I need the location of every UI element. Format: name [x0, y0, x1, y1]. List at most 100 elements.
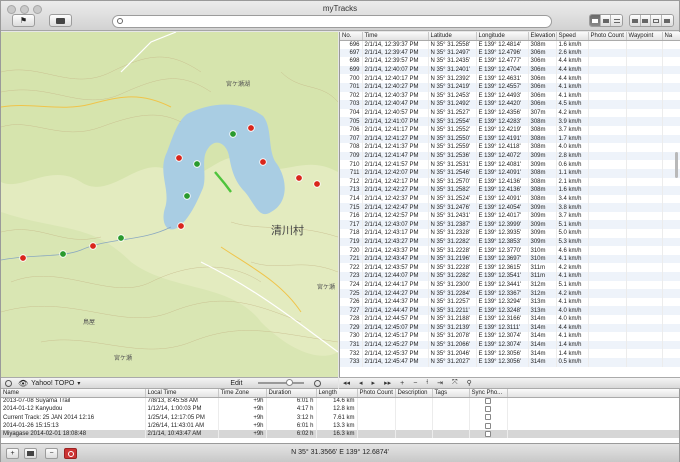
layout-control[interactable]	[629, 14, 674, 27]
column-header[interactable]: Duration	[266, 389, 317, 398]
sync-photos-checkbox[interactable]	[485, 406, 491, 413]
trackpoint-row[interactable]: 729 2/1/14, 12:45:07 PM N 35° 31.2139' E 13…	[340, 323, 680, 333]
trackpoint-row[interactable]: 707 2/1/14, 12:41:27 PM N 35° 31.2550' E 13…	[340, 134, 680, 144]
column-header[interactable]: Time Zone	[218, 389, 267, 398]
column-header[interactable]: Speed	[556, 32, 589, 41]
sync-photos-checkbox[interactable]	[485, 431, 491, 438]
trackpoint-row[interactable]: 704 2/1/14, 12:40:57 PM N 35° 31.2527' E 13…	[340, 108, 680, 118]
locate-icon[interactable]	[5, 379, 12, 387]
column-header[interactable]: Longitude	[476, 32, 529, 41]
trackpoint-row[interactable]: 718 2/1/14, 12:43:17 PM N 35° 31.2328' E 13…	[340, 229, 680, 238]
map-layer-select[interactable]: Yahoo! TOPO	[31, 380, 74, 387]
photo-button[interactable]	[49, 14, 72, 27]
trackpoint-row[interactable]: 697 2/1/14, 12:39:47 PM N 35° 31.2497' E 13…	[340, 48, 680, 58]
list-view-icon[interactable]	[611, 15, 622, 26]
trackpoint-row[interactable]: 702 2/1/14, 12:40:37 PM N 35° 31.2453' E 13…	[340, 91, 680, 101]
map-and-list-view-icon[interactable]	[590, 15, 601, 26]
next-point-icon[interactable]: ▸	[372, 379, 376, 387]
expand-icon[interactable]: ⤧	[452, 379, 458, 387]
split-track-icon[interactable]: ⟊	[426, 379, 428, 387]
map-edit-button[interactable]: Edit	[230, 380, 242, 387]
layout-d-icon[interactable]	[661, 15, 673, 26]
trackpoint-row[interactable]: 700 2/1/14, 12:40:17 PM N 35° 31.2392' E 13…	[340, 74, 680, 83]
layout-a-icon[interactable]	[630, 15, 641, 26]
track-row[interactable]: Miyagase 2014-02-01 18:08:48 2/1/14, 10:4…	[1, 430, 679, 439]
track-row[interactable]: 2014-01-12 Kanyudou 1/12/14, 1:00:03 PM +9…	[1, 405, 679, 414]
pin-icon[interactable]: ⚲	[467, 379, 472, 387]
trackpoint-row[interactable]: 732 2/1/14, 12:45:37 PM N 35° 31.2046' E 13…	[340, 349, 680, 358]
trackpoint-row[interactable]: 725 2/1/14, 12:44:27 PM N 35° 31.2284' E 13…	[340, 289, 680, 298]
column-header[interactable]: Local Time	[145, 389, 219, 398]
column-header[interactable]: No.	[340, 32, 363, 41]
trackpoint-row[interactable]: 727 2/1/14, 12:44:47 PM N 35° 31.2211' E 13…	[340, 306, 680, 315]
trackpoint-row[interactable]: 720 2/1/14, 12:43:37 PM N 35° 31.2228' E 13…	[340, 246, 680, 255]
trackpoint-row[interactable]: 706 2/1/14, 12:41:17 PM N 35° 31.2552' E 13…	[340, 125, 680, 135]
search-input[interactable]	[112, 15, 552, 28]
trackpoint-row[interactable]: 728 2/1/14, 12:44:57 PM N 35° 31.2188' E 13…	[340, 315, 680, 324]
column-header[interactable]: Description	[395, 389, 433, 398]
column-header[interactable]: Sync Pho...	[469, 389, 508, 398]
layout-b-icon[interactable]	[640, 15, 652, 26]
add-point-icon[interactable]: +	[400, 380, 404, 387]
trackpoint-row[interactable]: 705 2/1/14, 12:41:07 PM N 35° 31.2554' E 13…	[340, 117, 680, 126]
zoom-slider[interactable]	[258, 379, 305, 386]
zoom-in-icon[interactable]	[314, 379, 322, 387]
column-header[interactable]: Tags	[432, 389, 470, 398]
trackpoint-row[interactable]: 713 2/1/14, 12:42:27 PM N 35° 31.2582' E 13…	[340, 186, 680, 195]
trackpoint-row[interactable]: 698 2/1/14, 12:39:57 PM N 35° 31.2435' E 13…	[340, 57, 680, 66]
column-header[interactable]: Na	[662, 32, 680, 41]
trackpoint-row[interactable]: 730 2/1/14, 12:45:17 PM N 35° 31.2078' E 13…	[340, 332, 680, 341]
trackpoint-row[interactable]: 711 2/1/14, 12:42:07 PM N 35° 31.2546' E 13…	[340, 168, 680, 178]
trackpoint-row[interactable]: 712 2/1/14, 12:42:17 PM N 35° 31.2570' E 13…	[340, 177, 680, 187]
trackpoint-row[interactable]: 715 2/1/14, 12:42:47 PM N 35° 31.2476' E 13…	[340, 203, 680, 212]
trackpoint-row[interactable]: 699 2/1/14, 12:40:07 PM N 35° 31.2401' E 13…	[340, 65, 680, 75]
trackpoints-scrollbar[interactable]	[675, 152, 678, 178]
column-header[interactable]: Name	[1, 389, 146, 398]
column-header[interactable]: Photo Count	[588, 32, 627, 41]
track-row[interactable]: 2014-01-26 15:15:13 1/26/14, 11:43:01 AM +…	[1, 421, 679, 431]
trackpoint-row[interactable]: 726 2/1/14, 12:44:37 PM N 35° 31.2257' E 13…	[340, 297, 680, 307]
add-waypoint-button[interactable]: ⚑	[12, 14, 35, 27]
trackpoint-row[interactable]: 717 2/1/14, 12:43:07 PM N 35° 31.2387' E 13…	[340, 220, 680, 230]
trackpoints-table[interactable]: No. Time Latitude Longitude Elevation Speed Ph…	[339, 32, 680, 377]
view-mode-control[interactable]	[589, 14, 623, 27]
trackpoint-row[interactable]: 709 2/1/14, 12:41:47 PM N 35° 31.2536' E 13…	[340, 151, 680, 161]
eye-icon[interactable]: 👁	[18, 379, 28, 388]
track-row[interactable]: Current Track: 25 JAN 2014 12:16 1/25/14,…	[1, 413, 679, 422]
sync-photos-checkbox[interactable]	[485, 422, 491, 429]
column-header[interactable]: Latitude	[428, 32, 477, 41]
trackpoint-row[interactable]: 722 2/1/14, 12:43:57 PM N 35° 31.2228' E 13…	[340, 263, 680, 273]
trackpoint-row[interactable]: 701 2/1/14, 12:40:27 PM N 35° 31.2419' E 13…	[340, 82, 680, 92]
previous-point-icon[interactable]: ◂	[359, 379, 363, 387]
column-header[interactable]: Time	[362, 32, 429, 41]
sync-photos-checkbox[interactable]	[485, 414, 491, 421]
trackpoint-row[interactable]: 724 2/1/14, 12:44:17 PM N 35° 31.2300' E 13…	[340, 280, 680, 290]
trackpoint-row[interactable]: 714 2/1/14, 12:42:37 PM N 35° 31.2524' E 13…	[340, 194, 680, 204]
map-view[interactable]: 清川村 鳥屋 宮ケ瀬 宮ケ瀬 宮ケ瀬湖	[1, 32, 338, 377]
zoom-slider-knob[interactable]	[286, 379, 294, 386]
column-header[interactable]: Photo Count	[357, 389, 396, 398]
trackpoint-row[interactable]: 710 2/1/14, 12:41:57 PM N 35° 31.2531' E 13…	[340, 160, 680, 169]
last-point-icon[interactable]: ▸▸	[384, 379, 391, 387]
trackpoint-row[interactable]: 731 2/1/14, 12:45:27 PM N 35° 31.2066' E 13…	[340, 340, 680, 350]
sync-photos-checkbox[interactable]	[485, 398, 491, 405]
trackpoint-row[interactable]: 723 2/1/14, 12:44:07 PM N 35° 31.2282' E 13…	[340, 272, 680, 281]
trackpoint-row[interactable]: 703 2/1/14, 12:40:47 PM N 35° 31.2492' E 13…	[340, 100, 680, 109]
merge-icon[interactable]: ⇥	[437, 379, 443, 387]
trackpoint-row[interactable]: 721 2/1/14, 12:43:47 PM N 35° 31.2196' E 13…	[340, 254, 680, 264]
map-view-icon[interactable]	[600, 15, 612, 26]
column-header[interactable]: Elevation	[528, 32, 557, 41]
trackpoint-row[interactable]: 716 2/1/14, 12:42:57 PM N 35° 31.2431' E 13…	[340, 211, 680, 221]
first-point-icon[interactable]: ◂◂	[343, 379, 350, 387]
trackpoint-row[interactable]: 696 2/1/14, 12:39:37 PM N 35° 31.2558' E 13…	[340, 40, 680, 49]
layout-c-icon[interactable]	[651, 15, 662, 26]
layer-dropdown-icon[interactable]: ▾	[77, 380, 80, 387]
column-header[interactable]: Length	[316, 389, 358, 398]
track-row[interactable]: 2013-07-08 Suyama Trail 7/8/13, 8:45:58 A…	[1, 397, 679, 406]
trackpoint-row[interactable]: 733 2/1/14, 12:45:47 PM N 35° 31.2027' E 13…	[340, 357, 680, 367]
remove-point-icon[interactable]: −	[413, 380, 417, 387]
column-header[interactable]: Waypoint	[626, 32, 663, 41]
trackpoint-row[interactable]: 708 2/1/14, 12:41:37 PM N 35° 31.2559' E 13…	[340, 143, 680, 152]
trackpoint-row[interactable]: 719 2/1/14, 12:43:27 PM N 35° 31.2282' E 13…	[340, 237, 680, 247]
tracks-table[interactable]: Name Local Time Time Zone Duration Length Pho…	[1, 389, 679, 443]
